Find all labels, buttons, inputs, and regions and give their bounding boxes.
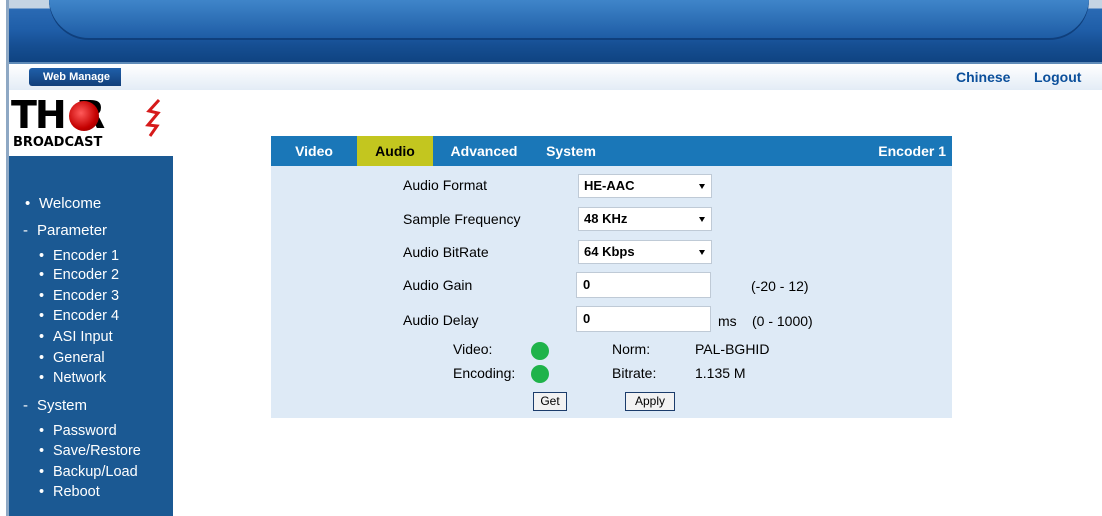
- bullet-icon: •: [39, 308, 45, 324]
- audio-gain-label: Audio Gain: [403, 277, 473, 293]
- encoding-status-indicator-icon: [531, 365, 549, 383]
- bullet-icon: •: [39, 370, 45, 386]
- sidebar-item-encoder-3[interactable]: • Encoder 3: [39, 288, 119, 304]
- sidebar-item-label: Encoder 1: [53, 248, 120, 264]
- apply-button[interactable]: Apply: [625, 392, 675, 411]
- bullet-icon: •: [39, 423, 45, 439]
- sidebar-item-backup-load[interactable]: • Backup/Load: [39, 464, 138, 480]
- sidebar-item-label: ASI Input: [53, 329, 113, 345]
- dash-icon: -: [23, 222, 28, 239]
- sidebar-item-network[interactable]: • Network: [39, 370, 106, 386]
- audio-delay-range: (0 - 1000): [752, 313, 813, 329]
- web-manage-tab[interactable]: Web Manage: [29, 68, 121, 86]
- top-banner: [9, 0, 1102, 62]
- banner-curve: [49, 0, 1089, 40]
- bullet-icon: •: [39, 484, 45, 500]
- audio-bitrate-select[interactable]: 64 Kbps: [578, 240, 712, 264]
- sidebar-item-label: Save/Restore: [53, 443, 141, 459]
- norm-value: PAL-BGHID: [695, 341, 770, 357]
- tab-system[interactable]: System: [533, 136, 609, 166]
- sidebar-item-encoder-1[interactable]: • Encoder 1: [39, 248, 119, 264]
- tab-advanced[interactable]: Advanced: [441, 136, 527, 166]
- sidebar-item-asi-input[interactable]: • ASI Input: [39, 329, 113, 345]
- bullet-icon: •: [25, 195, 31, 212]
- sample-frequency-value: 48 KHz: [584, 211, 628, 226]
- sidebar-item-reboot[interactable]: • Reboot: [39, 484, 100, 500]
- tab-video[interactable]: Video: [271, 136, 357, 166]
- audio-gain-range: (-20 - 12): [751, 278, 809, 294]
- bullet-icon: •: [39, 464, 45, 480]
- sidebar-item-label: Encoder 2: [53, 267, 120, 283]
- chevron-down-icon: [699, 184, 705, 189]
- audio-format-label: Audio Format: [403, 177, 488, 193]
- chevron-down-icon: [699, 250, 705, 255]
- norm-label: Norm:: [612, 341, 651, 357]
- sidebar-section-system[interactable]: - System: [23, 397, 87, 414]
- sidebar-item-label: Network: [53, 370, 107, 386]
- sidebar-section-label: System: [37, 397, 88, 414]
- globe-icon: [69, 101, 99, 131]
- bullet-icon: •: [39, 443, 45, 459]
- sidebar-section-label: Parameter: [37, 222, 108, 239]
- sidebar-item-label: Backup/Load: [53, 464, 138, 480]
- audio-delay-unit: ms: [718, 313, 737, 329]
- sidebar-item-label: Welcome: [39, 195, 102, 212]
- audio-delay-input[interactable]: 0: [576, 306, 711, 332]
- video-status-label: Video:: [453, 341, 493, 357]
- tab-audio[interactable]: Audio: [357, 136, 433, 166]
- sidebar-item-encoder-2[interactable]: • Encoder 2: [39, 267, 119, 283]
- encoding-status-label: Encoding:: [453, 365, 516, 381]
- sidebar-item-encoder-4[interactable]: • Encoder 4: [39, 308, 119, 324]
- sidebar-item-label: Password: [53, 423, 117, 439]
- sidebar-item-label: Encoder 4: [53, 308, 120, 324]
- sidebar: • Welcome - Parameter • Encoder 1 • Encoder …: [9, 156, 173, 516]
- audio-gain-input[interactable]: 0: [576, 272, 711, 298]
- lightning-icon: [145, 99, 161, 137]
- audio-delay-label: Audio Delay: [403, 312, 479, 328]
- chinese-link[interactable]: Chinese: [956, 69, 1010, 85]
- audio-format-value: HE-AAC: [584, 178, 635, 193]
- bullet-icon: •: [39, 267, 45, 283]
- audio-bitrate-value: 64 Kbps: [584, 244, 635, 259]
- bullet-icon: •: [39, 288, 45, 304]
- sidebar-item-welcome[interactable]: • Welcome: [25, 195, 101, 212]
- sidebar-section-parameter[interactable]: - Parameter: [23, 222, 107, 239]
- sidebar-item-label: Encoder 3: [53, 288, 120, 304]
- logout-link[interactable]: Logout: [1034, 69, 1081, 85]
- top-bar: [9, 64, 1102, 90]
- audio-format-select[interactable]: HE-AAC: [578, 174, 712, 198]
- bullet-icon: •: [39, 350, 45, 366]
- dash-icon: -: [23, 397, 28, 414]
- sample-frequency-label: Sample Frequency: [403, 211, 521, 227]
- video-status-indicator-icon: [531, 342, 549, 360]
- thor-broadcast-logo: TH R BROADCAST: [9, 95, 174, 155]
- sample-frequency-select[interactable]: 48 KHz: [578, 207, 712, 231]
- chevron-down-icon: [699, 217, 705, 222]
- encoder-title: Encoder 1: [878, 143, 946, 159]
- sidebar-item-general[interactable]: • General: [39, 350, 105, 366]
- bullet-icon: •: [39, 248, 45, 264]
- bitrate-value: 1.135 M: [695, 365, 746, 381]
- audio-bitrate-label: Audio BitRate: [403, 244, 489, 260]
- sidebar-item-password[interactable]: • Password: [39, 423, 117, 439]
- bitrate-label: Bitrate:: [612, 365, 657, 381]
- sidebar-item-save-restore[interactable]: • Save/Restore: [39, 443, 141, 459]
- bullet-icon: •: [39, 329, 45, 345]
- sidebar-item-label: General: [53, 350, 105, 366]
- sidebar-item-label: Reboot: [53, 484, 100, 500]
- logo-subtitle: BROADCAST: [13, 135, 103, 150]
- get-button[interactable]: Get: [533, 392, 567, 411]
